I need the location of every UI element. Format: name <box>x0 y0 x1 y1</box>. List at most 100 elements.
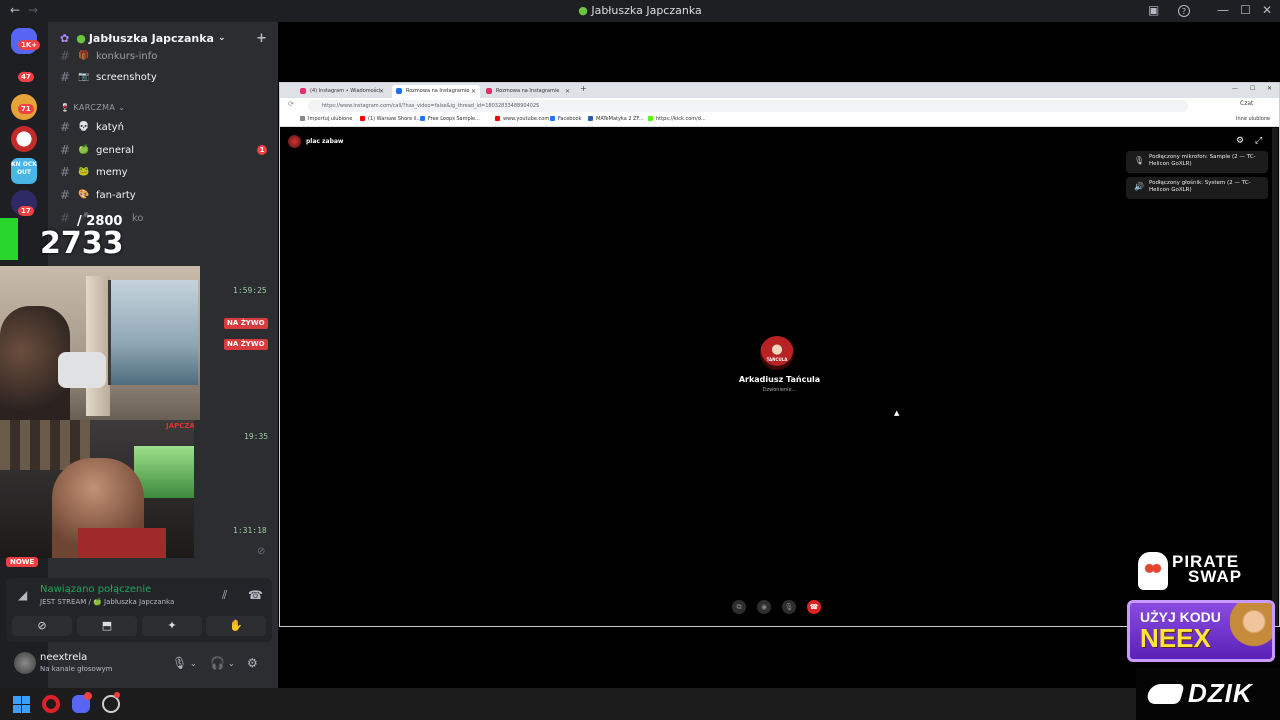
channel-emoji: 🍏 <box>78 145 90 155</box>
browser-tab[interactable]: Rozmowa na Instagramie ✕ <box>482 85 574 98</box>
avatar[interactable] <box>14 652 36 674</box>
bookmark-label: Facebook <box>558 116 582 122</box>
promo-code: NEEX <box>1140 623 1211 653</box>
minimize-icon[interactable]: — <box>1232 85 1238 92</box>
signal-icon[interactable]: ◢ <box>18 588 27 602</box>
live-badge: NA ŻYWO <box>224 318 268 329</box>
channel-emoji: 💀 <box>78 122 90 132</box>
new-messages-badge[interactable]: NOWE <box>6 557 39 567</box>
bookmark-item[interactable]: (1) Warsaw Shore il... <box>360 116 421 122</box>
maximize-icon[interactable]: ☐ <box>1250 85 1255 92</box>
soundboard-button[interactable]: ✋ <box>206 616 266 636</box>
channel-name: screenshoty <box>96 71 157 83</box>
windows-start-icon[interactable] <box>12 695 30 713</box>
url-input[interactable]: https://www.instagram.com/call/?has_vide… <box>308 100 1188 112</box>
channel-fan-arty[interactable]: # 🎨 fan-arty <box>48 185 278 205</box>
window-title-text: Jabłuszka Japczanka <box>591 4 702 17</box>
channel-name: fan-arty <box>96 189 136 201</box>
share-button[interactable]: ⧉ <box>732 600 746 614</box>
dzik-logo: DZIK <box>1136 668 1280 720</box>
help-icon[interactable]: ? <box>1178 5 1190 17</box>
notification-dot <box>114 692 120 698</box>
microphone-icon[interactable]: 🎙 <box>172 656 187 670</box>
chevron-down-icon[interactable]: ⌄ <box>190 659 197 668</box>
camera-button[interactable]: ◉ <box>757 600 771 614</box>
end-call-button[interactable]: ☎ <box>807 600 821 614</box>
chevron-down-icon[interactable]: ⌄ <box>218 33 226 43</box>
curtain <box>86 276 110 416</box>
voice-channel-detail[interactable]: JEST STREAM / 🍏 Jabłuszka Japczanka <box>40 598 174 606</box>
guild-boost-icon: ✿ <box>60 31 70 45</box>
pirate-skull-icon <box>1138 552 1168 590</box>
bookmark-item[interactable]: https://kick.com/d... <box>648 116 706 122</box>
mascot-illustration <box>1230 603 1272 659</box>
channel-memy[interactable]: # 🐸 memy <box>48 162 278 182</box>
disconnect-icon[interactable]: ☎ <box>248 588 263 602</box>
fullscreen-icon[interactable]: ⤢ <box>1255 136 1262 146</box>
room-avatar <box>288 135 301 148</box>
gear-icon[interactable]: ⚙ <box>247 656 258 670</box>
chevron-down-icon[interactable]: ⌄ <box>228 659 235 668</box>
instagram-icon <box>486 88 492 94</box>
noise-suppression-icon[interactable]: ⫽ <box>222 588 227 603</box>
username[interactable]: neextrela <box>40 652 87 663</box>
stream-timestamp: 19:35 <box>244 432 269 441</box>
profile-button[interactable]: Czat <box>1240 100 1253 107</box>
bookmark-label: (1) Warsaw Shore il... <box>368 116 422 122</box>
close-icon[interactable]: ✕ <box>379 85 384 98</box>
green-screen-strip <box>0 218 18 260</box>
bookmark-item[interactable]: Facebook <box>550 116 582 122</box>
bookmark-label: Importuj ulubione <box>308 116 353 122</box>
unread-badge: 1 <box>257 145 267 155</box>
room-sticker: JAPCZAN <box>166 422 194 430</box>
close-icon[interactable]: ✕ <box>1267 85 1272 92</box>
opera-icon[interactable] <box>42 695 60 713</box>
server-icon-red[interactable] <box>11 126 37 152</box>
logo-word: SWAP <box>1188 567 1243 586</box>
microphone-button[interactable]: 🎙 <box>782 600 796 614</box>
channel-katyn[interactable]: # 💀 katyń <box>48 117 278 137</box>
red-shirt <box>78 528 166 558</box>
speaker-connected-notice: 🔊 Podłączony głośnik: System (2 — TC-Hel… <box>1126 177 1268 199</box>
new-tab-button[interactable]: + <box>580 84 587 93</box>
close-icon[interactable]: ✕ <box>471 85 476 98</box>
bookmark-item[interactable]: Free Loops Sample... <box>420 116 480 122</box>
camera-off-button[interactable]: ⊘ <box>12 616 72 636</box>
hashtag-icon: # <box>60 211 71 225</box>
hashtag-icon: # <box>60 165 71 179</box>
inbox-icon[interactable]: ▣ <box>1148 3 1159 17</box>
channel-general[interactable]: # 🍏 general 1 <box>48 140 278 160</box>
reload-icon[interactable]: ⟳ <box>288 100 294 108</box>
webcam-room: JAPCZAN <box>0 420 194 558</box>
logo-pane <box>22 705 30 713</box>
other-bookmarks[interactable]: Inne ulubione <box>1236 116 1270 122</box>
bookmark-item[interactable]: Importuj ulubione <box>300 116 352 122</box>
browser-tab[interactable]: (4) Instagram • Wiadomości ✕ <box>296 85 388 98</box>
channel-screenshoty[interactable]: # 📷 screenshoty <box>48 67 278 87</box>
server-icon-knockout[interactable]: KN OCK OUT <box>11 158 37 184</box>
home-badge: 1K+ <box>18 40 41 50</box>
channel-konkurs-info[interactable]: # 🎁 konkurs-info <box>48 46 278 66</box>
desktop: ← → ● Jabłuszka Japczanka ▣ ? — ☐ ✕ 1K+ … <box>0 0 1280 720</box>
bookmarks-bar: Importuj ulubione (1) Warsaw Shore il...… <box>280 114 1279 127</box>
add-member-icon[interactable]: + <box>256 31 267 46</box>
gear-icon[interactable]: ⚙ <box>1236 136 1244 146</box>
activities-button[interactable]: ✦ <box>142 616 202 636</box>
room-name: plac zabaw <box>306 138 344 145</box>
notification-dot <box>84 692 92 700</box>
minimize-button[interactable]: — <box>1217 3 1229 17</box>
screen-share-button[interactable]: ⬒ <box>77 616 137 636</box>
voice-status[interactable]: Nawiązano połączenie <box>40 584 151 595</box>
maximize-button[interactable]: ☐ <box>1240 3 1251 17</box>
headphones-icon[interactable]: 🎧 <box>210 656 225 670</box>
address-bar-row: ⟳ https://www.instagram.com/call/?has_vi… <box>280 98 1279 114</box>
browser-tab[interactable]: Rozmowa na Instagramie ✕ <box>392 85 480 98</box>
window-title: ● Jabłuszka Japczanka <box>0 4 1280 17</box>
category-karczma[interactable]: 🍷 KARCZMA ⌄ <box>60 103 125 112</box>
pirateswap-logo: PIRATE SWAP <box>1136 550 1280 596</box>
bookmark-item[interactable]: www.youtube.com <box>495 116 549 122</box>
call-status: Dzwonienie... <box>762 387 797 393</box>
close-button[interactable]: ✕ <box>1262 3 1272 17</box>
close-icon[interactable]: ✕ <box>565 85 570 98</box>
bookmark-item[interactable]: MATeMatyka 2 ZF... <box>588 116 643 122</box>
